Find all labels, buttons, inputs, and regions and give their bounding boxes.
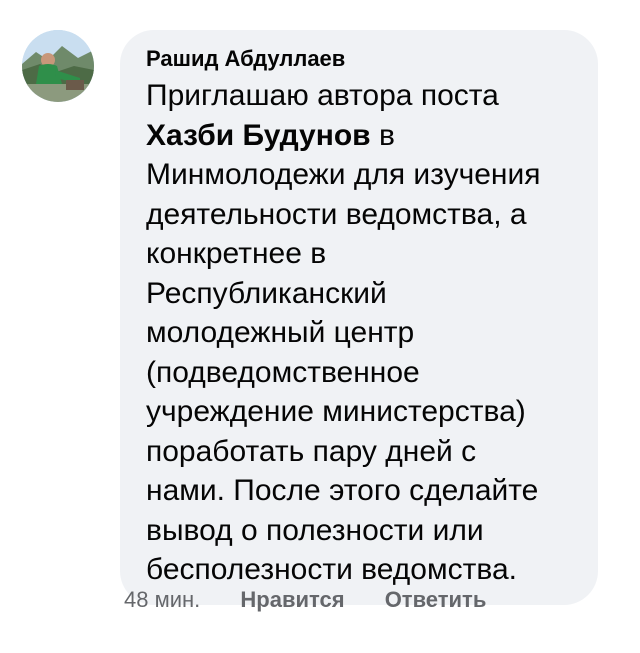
comment-actions: 48 мин. Нравится Ответить: [124, 586, 486, 614]
reply-button[interactable]: Ответить: [385, 587, 487, 612]
comment-text: Приглашаю автора поста Хазби Будунов в М…: [146, 76, 578, 590]
avatar[interactable]: [22, 30, 94, 102]
comment-bubble: Рашид Абдуллаев Приглашаю автора поста Х…: [120, 30, 598, 605]
comment-timestamp[interactable]: 48 мин.: [124, 587, 200, 612]
mention-link[interactable]: Хазби Будунов: [146, 119, 371, 152]
profile-photo-icon: [22, 30, 94, 102]
comment-text-part: Приглашаю автора поста: [146, 79, 499, 112]
comment-text-part: в Минмолодежи для изучения деятельности …: [146, 118, 541, 587]
like-button[interactable]: Нравится: [240, 587, 344, 612]
comment-author[interactable]: Рашид Абдуллаев: [146, 44, 578, 74]
